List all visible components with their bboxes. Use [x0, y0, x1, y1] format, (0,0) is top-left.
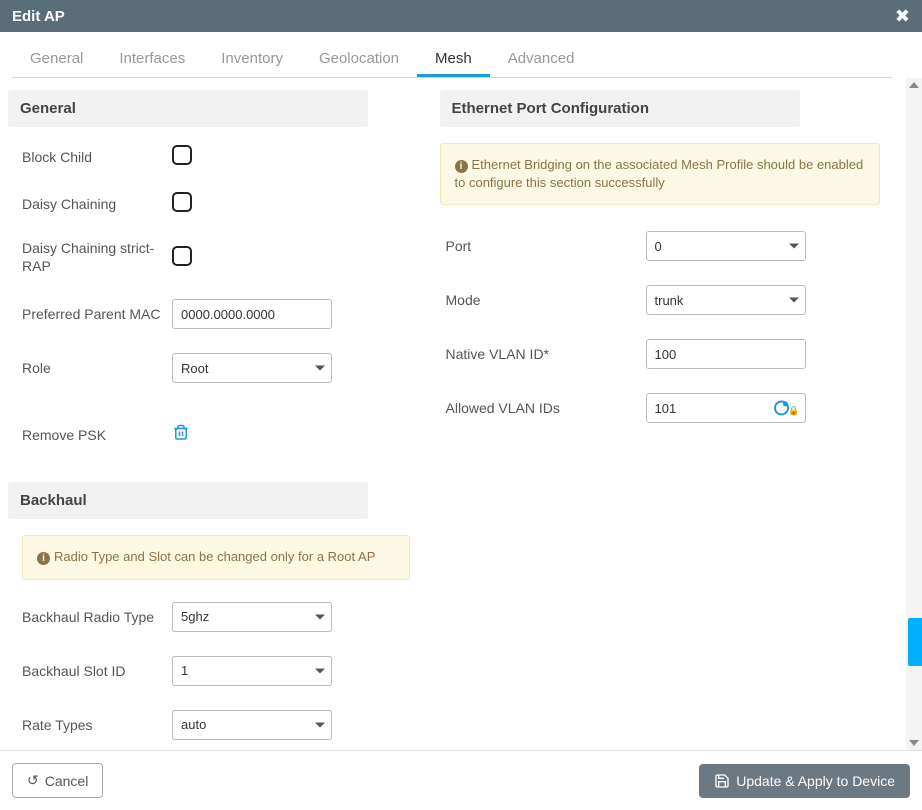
tab-inventory[interactable]: Inventory [203, 38, 301, 77]
select-backhaul-radio-value: 5ghz [181, 609, 209, 624]
tab-geolocation[interactable]: Geolocation [301, 38, 417, 77]
info-ethernet-text: Ethernet Bridging on the associated Mesh… [455, 157, 864, 190]
label-block-child: Block Child [22, 149, 172, 165]
select-backhaul-radio-type[interactable]: 5ghz [172, 602, 332, 632]
label-backhaul-radio: Backhaul Radio Type [22, 609, 172, 625]
chevron-down-icon [315, 722, 325, 727]
modal-footer: ↺ Cancel Update & Apply to Device [0, 750, 922, 810]
vlan-lock-badge[interactable]: 🔒 [774, 400, 799, 417]
label-daisy-strict: Daisy Chaining strict-RAP [22, 239, 172, 275]
chevron-down-icon [789, 298, 799, 303]
scroll-down-icon[interactable] [909, 740, 919, 746]
select-role[interactable]: Root [172, 353, 332, 383]
select-rate-types[interactable]: auto [172, 710, 332, 740]
cancel-button[interactable]: ↺ Cancel [12, 763, 103, 798]
select-mode-value: trunk [655, 293, 684, 308]
label-mode: Mode [446, 292, 646, 308]
label-remove-psk: Remove PSK [22, 427, 172, 443]
mesh-panel: General Block Child Daisy Chaining [0, 78, 906, 748]
modal-body: General Interfaces Inventory Geolocation… [0, 32, 922, 810]
label-preferred-parent: Preferred Parent MAC [22, 306, 172, 322]
checkbox-daisy-chaining[interactable] [172, 192, 192, 212]
select-role-value: Root [181, 361, 208, 376]
label-allowed-vlan: Allowed VLAN IDs [446, 400, 646, 416]
label-native-vlan: Native VLAN ID* [446, 346, 646, 362]
scroll-hint [908, 618, 922, 666]
label-daisy-chaining: Daisy Chaining [22, 196, 172, 212]
save-icon [714, 773, 730, 789]
select-port[interactable]: 0 [646, 231, 806, 261]
chevron-down-icon [315, 614, 325, 619]
section-backhaul: Backhaul [8, 482, 368, 519]
section-general: General [8, 90, 368, 127]
trash-icon [172, 423, 190, 443]
chevron-down-icon [315, 668, 325, 673]
info-icon: i [455, 160, 468, 173]
scroll-up-icon[interactable] [909, 82, 919, 88]
select-backhaul-slot-id[interactable]: 1 [172, 656, 332, 686]
tab-advanced[interactable]: Advanced [490, 38, 593, 77]
update-apply-button-label: Update & Apply to Device [736, 773, 895, 789]
info-backhaul: i Radio Type and Slot can be changed only… [22, 535, 410, 579]
tab-interfaces[interactable]: Interfaces [101, 38, 203, 77]
info-backhaul-text: Radio Type and Slot can be changed only … [54, 549, 375, 564]
undo-icon: ↺ [27, 772, 39, 789]
label-role: Role [22, 360, 172, 376]
info-icon: i [37, 552, 50, 565]
input-native-vlan-id[interactable] [646, 339, 806, 369]
chevron-down-icon [315, 366, 325, 371]
label-port: Port [446, 238, 646, 254]
remove-psk-button[interactable] [172, 430, 190, 446]
label-rate-types: Rate Types [22, 717, 172, 733]
select-rate-types-value: auto [181, 717, 206, 732]
select-mode[interactable]: trunk [646, 285, 806, 315]
section-ethernet: Ethernet Port Configuration [440, 90, 800, 127]
tab-mesh[interactable]: Mesh [417, 38, 490, 77]
tab-general[interactable]: General [12, 38, 101, 77]
modal-title: Edit AP [12, 8, 65, 25]
tab-bar: General Interfaces Inventory Geolocation… [12, 38, 892, 78]
label-backhaul-slot: Backhaul Slot ID [22, 663, 172, 679]
lock-icon: 🔒 [788, 406, 799, 417]
modal-titlebar: Edit AP ✖ [0, 0, 922, 32]
left-column: General Block Child Daisy Chaining [8, 90, 428, 748]
select-backhaul-slot-value: 1 [181, 663, 188, 678]
chevron-down-icon [789, 244, 799, 249]
info-ethernet: iEthernet Bridging on the associated Mes… [440, 143, 880, 205]
select-port-value: 0 [655, 239, 662, 254]
checkbox-daisy-strict[interactable] [172, 246, 192, 266]
cancel-button-label: Cancel [45, 773, 89, 789]
update-apply-button[interactable]: Update & Apply to Device [699, 764, 910, 798]
right-column: Ethernet Port Configuration iEthernet Br… [428, 90, 882, 748]
checkbox-block-child[interactable] [172, 145, 192, 165]
close-icon[interactable]: ✖ [895, 6, 910, 27]
edit-ap-modal: Edit AP ✖ General Interfaces Inventory G… [0, 0, 922, 810]
input-preferred-parent-mac[interactable] [172, 299, 332, 329]
override-icon [774, 401, 789, 416]
